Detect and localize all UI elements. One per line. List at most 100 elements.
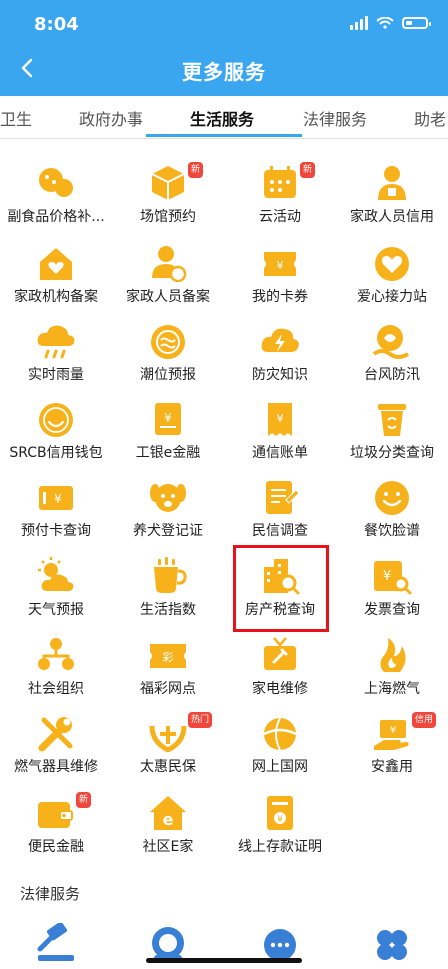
active-tab-indicator <box>146 134 302 137</box>
service-label: 潮位预报 <box>140 367 196 383</box>
tide-icon <box>151 325 185 359</box>
service-item[interactable]: 生活指数 <box>112 541 224 619</box>
service-item[interactable]: ¥ 我的卡券 <box>224 228 336 306</box>
house-heart-icon <box>40 248 72 280</box>
service-label: 台风防汛 <box>364 367 420 383</box>
coupon-icon: ¥ <box>264 252 296 276</box>
typhoon-icon <box>372 325 410 359</box>
service-item[interactable]: 彩福彩网点 <box>112 620 224 698</box>
food-price-icon <box>39 168 73 197</box>
survey-icon <box>266 481 300 514</box>
service-item[interactable]: 副食品价格补... <box>0 148 112 226</box>
service-item[interactable]: ¥ 工银e金融 <box>112 384 224 462</box>
service-item[interactable]: ¥ 线上存款证明 <box>224 778 336 856</box>
svg-text:彩: 彩 <box>163 651 174 664</box>
service-item[interactable]: 养犬登记证 <box>112 462 224 540</box>
battery-icon <box>402 17 431 29</box>
lottery-icon: 彩 <box>150 644 186 668</box>
service-item[interactable]: 民信调查 <box>224 462 336 540</box>
status-icons <box>350 16 431 30</box>
rain-cloud-icon <box>37 325 75 359</box>
tab-elderly[interactable]: 助老 <box>414 106 446 130</box>
service-item[interactable]: 爱心接力站 <box>336 228 448 306</box>
svg-text:¥: ¥ <box>277 815 283 825</box>
home-indicator <box>146 958 302 963</box>
service-item[interactable]: ¥ 通信账单 <box>224 384 336 462</box>
consult-icon[interactable] <box>258 923 302 963</box>
service-label: 线上存款证明 <box>238 839 322 855</box>
signal-icon <box>350 16 368 30</box>
service-label: 生活指数 <box>140 602 196 618</box>
service-item[interactable]: 家政机构备案 <box>0 228 112 306</box>
svg-text:¥: ¥ <box>277 259 284 272</box>
service-label: 餐饮脸谱 <box>364 523 420 539</box>
service-item[interactable]: 实时雨量 <box>0 306 112 384</box>
service-item[interactable]: 天气预报 <box>0 541 112 619</box>
invoice-search-icon: ¥ <box>374 561 412 595</box>
service-item[interactable]: SRCB信用钱包 <box>0 384 112 462</box>
service-label: 民信调查 <box>252 523 308 539</box>
service-item[interactable]: 防灾知识 <box>224 306 336 384</box>
smile-wallet-icon <box>39 403 73 437</box>
heart-icon <box>375 247 409 281</box>
svg-text:¥: ¥ <box>383 569 391 584</box>
service-label: 垃圾分类查询 <box>350 445 434 461</box>
service-item[interactable]: ¥ 信用 安鑫用 <box>336 698 448 776</box>
service-item[interactable]: 潮位预报 <box>112 306 224 384</box>
gavel-icon[interactable] <box>34 923 78 963</box>
power-grid-icon <box>263 717 297 751</box>
prepaid-card-icon: ¥ <box>39 486 73 510</box>
lawyer-icon[interactable] <box>146 923 190 963</box>
community-home-icon: e <box>150 796 186 830</box>
service-item[interactable]: 新云活动 <box>224 148 336 226</box>
service-item[interactable]: 上海燃气 <box>336 620 448 698</box>
tab-legal[interactable]: 法律服务 <box>303 106 367 130</box>
service-label: 家政人员信用 <box>350 209 434 225</box>
service-label: 副食品价格补... <box>7 209 105 225</box>
service-label: 上海燃气 <box>364 681 420 697</box>
service-label: 太惠民保 <box>140 759 196 775</box>
service-item[interactable]: 家政人员信用 <box>336 148 448 226</box>
service-label: 网上国网 <box>252 759 308 775</box>
service-item[interactable]: 餐饮脸谱 <box>336 462 448 540</box>
tab-government[interactable]: 政府办事 <box>79 106 143 130</box>
lightning-cloud-icon <box>261 328 299 352</box>
service-item[interactable]: 台风防汛 <box>336 306 448 384</box>
service-label: 预付卡查询 <box>21 523 91 539</box>
tab-health[interactable]: 卫生 <box>0 106 32 130</box>
svg-text:¥: ¥ <box>277 412 284 425</box>
page-title: 更多服务 <box>182 60 266 84</box>
service-item[interactable]: 热门 太惠民保 <box>112 698 224 776</box>
smiley-face-icon <box>375 481 409 515</box>
service-item[interactable]: 网上国网 <box>224 698 336 776</box>
service-label: 通信账单 <box>252 445 308 461</box>
service-item[interactable]: ¥ 预付卡查询 <box>0 462 112 540</box>
service-item[interactable]: ¥ 发票查询 <box>336 541 448 619</box>
service-label: 防灾知识 <box>252 367 308 383</box>
wallet-icon <box>38 802 73 828</box>
service-item[interactable]: e 社区E家 <box>112 778 224 856</box>
status-time: 8:04 <box>34 14 79 35</box>
service-label: 发票查询 <box>364 602 420 618</box>
section-title-legal: 法律服务 <box>20 885 81 903</box>
highlight-box <box>233 545 329 632</box>
service-item[interactable]: 新场馆预约 <box>112 148 224 226</box>
service-item[interactable]: 新便民金融 <box>0 778 112 856</box>
trash-bin-icon <box>378 404 406 436</box>
service-badge: 信用 <box>412 712 437 728</box>
service-label: 社会组织 <box>28 681 84 697</box>
service-item[interactable]: 社会组织 <box>0 620 112 698</box>
svg-text:e: e <box>163 810 174 829</box>
svg-text:¥: ¥ <box>390 725 396 736</box>
service-badge: 新 <box>76 792 92 808</box>
service-item[interactable]: 家政人员备案 <box>112 228 224 306</box>
clover-icon[interactable] <box>370 923 414 963</box>
service-label: 福彩网点 <box>140 681 196 697</box>
tab-life-services[interactable]: 生活服务 <box>190 106 254 130</box>
service-label: 工银e金融 <box>135 445 201 461</box>
organization-icon <box>38 638 74 670</box>
service-item[interactable]: 燃气器具维修 <box>0 698 112 776</box>
service-badge: 新 <box>300 162 316 178</box>
service-label: 天气预报 <box>28 602 84 618</box>
service-item[interactable]: 垃圾分类查询 <box>336 384 448 462</box>
